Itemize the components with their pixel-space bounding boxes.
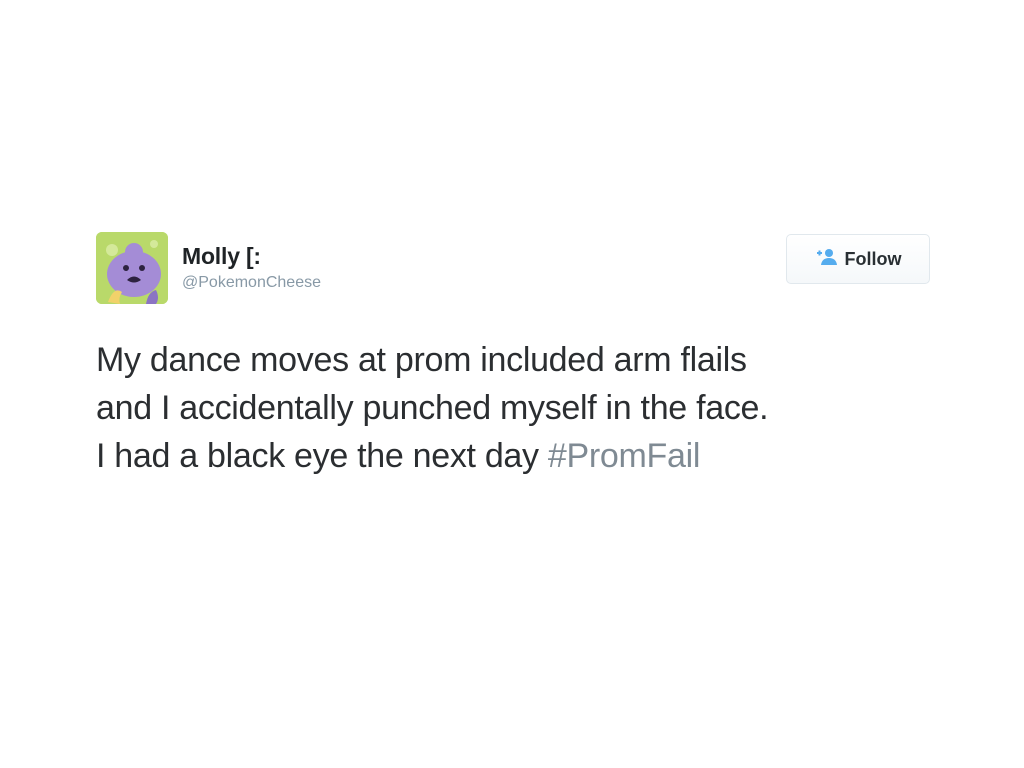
follow-button[interactable]: Follow [786,234,930,284]
hashtag-link[interactable]: #PromFail [548,437,701,475]
user-handle[interactable]: @PokemonCheese [182,272,321,294]
display-name[interactable]: Molly [: [182,242,321,270]
tweet-text-line: I had a black eye the next day #PromFail [96,432,932,480]
tweet-text-segment: I had a black eye the next day [96,437,548,475]
purple-blob-character-avatar-icon [96,232,168,304]
follow-button-label: Follow [844,248,902,269]
user-info: Molly [: @PokemonCheese [182,242,321,294]
avatar[interactable] [96,232,168,304]
tweet-card: Molly [: @PokemonCheese Follow My dance … [96,232,932,492]
tweet-text-line: and I accidentally punched myself in the… [96,389,769,427]
tweet-text-line: My dance moves at prom included arm flai… [96,341,747,379]
tweet-text: My dance moves at prom included arm flai… [96,336,932,480]
add-user-icon [815,248,837,271]
